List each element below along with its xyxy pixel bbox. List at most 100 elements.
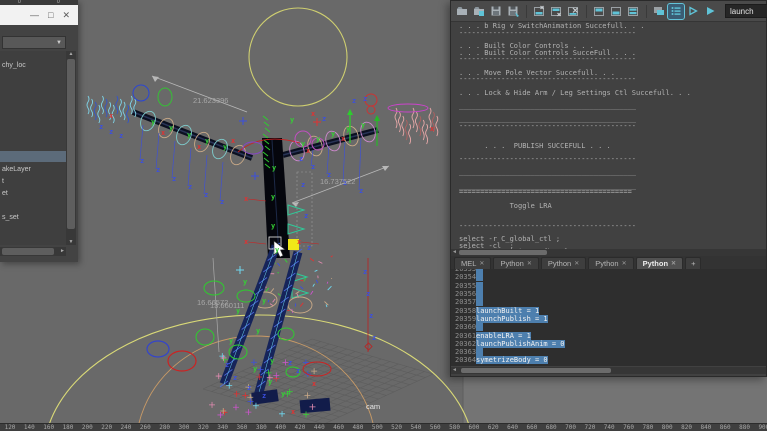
timeline-frame-label: 260: [140, 424, 151, 431]
axis-letter-z: z: [311, 163, 315, 171]
code-row[interactable]: 20359launchPublish = 1: [451, 315, 766, 323]
outliner-filter-dropdown[interactable]: ▼: [2, 36, 66, 49]
code-row[interactable]: 20363: [451, 348, 766, 356]
axis-letter-z: z: [352, 97, 356, 105]
scrollbar-thumb[interactable]: [67, 59, 75, 229]
outliner-item[interactable]: t: [0, 176, 66, 187]
command-input[interactable]: [725, 4, 767, 18]
save-script-button[interactable]: [488, 4, 504, 19]
maximize-icon[interactable]: □: [48, 11, 53, 20]
clear-history-icon: [550, 5, 562, 17]
open-script-button[interactable]: [454, 4, 470, 19]
close-tab-icon[interactable]: ✕: [479, 260, 484, 267]
history-line: ________________________________________…: [459, 169, 766, 176]
code-row[interactable]: 20361enableLRA = 1: [451, 331, 766, 339]
axis-letter-z: z: [172, 175, 176, 183]
execute-button[interactable]: [702, 4, 718, 19]
code-row[interactable]: 20357: [451, 298, 766, 306]
save-script-as-button[interactable]: [505, 4, 521, 19]
code-row[interactable]: 20360: [451, 323, 766, 331]
script-input-pane[interactable]: 203532035420355203562035720358launchBuil…: [451, 269, 766, 366]
axis-letter-z: z: [366, 290, 370, 298]
code-row[interactable]: 20358launchBuilt = 1: [451, 306, 766, 314]
axis-letter-z: z: [262, 392, 266, 400]
show-input-button[interactable]: [608, 4, 624, 19]
timeline-frame-label: 360: [237, 424, 248, 431]
scroll-right-icon[interactable]: ►: [60, 248, 65, 254]
script-tab-mel-0[interactable]: MEL✕: [454, 257, 491, 269]
code-row[interactable]: 20362launchPublishAnim = 0: [451, 340, 766, 348]
outliner-vertical-scrollbar[interactable]: ▲ ▼: [66, 51, 76, 245]
axis-letter-z: z: [247, 384, 251, 392]
script-tab-python-1[interactable]: Python✕: [493, 257, 538, 269]
execute-all-button[interactable]: [685, 4, 701, 19]
axis-letter-z: z: [372, 334, 376, 342]
show-both-button[interactable]: [625, 4, 641, 19]
script-tab-python-3[interactable]: Python ✕: [588, 257, 633, 269]
history-line: ----------------------------------------…: [459, 30, 766, 37]
timeline-frame-label: 820: [681, 424, 692, 431]
script-tab-python-4[interactable]: Python✕: [636, 257, 683, 269]
axis-letter-z: z: [322, 115, 326, 123]
line-number: 20358: [451, 307, 476, 315]
echo-commands-button[interactable]: [651, 4, 667, 19]
tab-label: Python: [595, 259, 618, 268]
axis-letter-z: z: [225, 361, 229, 369]
clear-history-button[interactable]: [548, 4, 564, 19]
scrollbar-thumb[interactable]: [459, 250, 547, 255]
line-numbers-button[interactable]: [668, 4, 684, 19]
minimize-icon[interactable]: —: [30, 11, 39, 20]
timeline-frame-label: 760: [623, 424, 634, 431]
timeline-frame-label: 340: [217, 424, 228, 431]
code-row[interactable]: 20364symetrizeBody = 0: [451, 356, 766, 364]
axis-letter-z: z: [299, 155, 303, 163]
history-line: ----------------------------------------…: [459, 223, 766, 230]
line-number: 20355: [451, 282, 476, 290]
line-number: 20364: [451, 356, 476, 364]
timeline-bar[interactable]: 1201401601802002202402602803003203403603…: [0, 423, 767, 431]
outliner-item[interactable]: chy_loc: [0, 60, 66, 71]
new-tab-button[interactable]: +: [685, 257, 701, 269]
input-horizontal-scrollbar[interactable]: ◄: [451, 367, 766, 374]
code-row[interactable]: 20355: [451, 282, 766, 290]
timeline-frame-label: 580: [449, 424, 460, 431]
outliner-item[interactable]: akeLayer: [0, 164, 66, 175]
outliner-item[interactable]: et: [0, 188, 66, 199]
line-number: 20357: [451, 298, 476, 306]
code-row[interactable]: 20354: [451, 273, 766, 281]
history-line: ========================================…: [459, 189, 766, 196]
code-line-selected: symetrizeBody = 0: [476, 356, 548, 364]
outliner-horizontal-scrollbar[interactable]: ►: [0, 247, 66, 256]
clear-input-button[interactable]: [531, 4, 547, 19]
timeline-frame-label: 240: [121, 424, 132, 431]
outliner-list[interactable]: chy_loc akeLayertet s_set: [0, 51, 66, 245]
script-history-pane[interactable]: . . . b Rig v SwitchAnimation Succefull.…: [451, 22, 766, 249]
close-tab-icon[interactable]: ✕: [527, 260, 532, 267]
show-history-button[interactable]: [591, 4, 607, 19]
script-tab-python-2[interactable]: Python✕: [541, 257, 586, 269]
close-tab-icon[interactable]: ✕: [622, 260, 627, 267]
timeline-frame-label: 780: [642, 424, 653, 431]
clear-all-button[interactable]: [565, 4, 581, 19]
history-line: ----------------------------------------…: [459, 156, 766, 163]
toolbar-separator: [522, 5, 527, 18]
load-script-button[interactable]: [471, 4, 487, 19]
scrollbar-thumb[interactable]: [2, 248, 54, 255]
scroll-up-icon[interactable]: ▲: [66, 51, 76, 57]
axis-letter-z: z: [301, 181, 305, 189]
code-line-selected: launchPublishAnim = 0: [476, 340, 565, 348]
close-icon[interactable]: ✕: [62, 11, 70, 20]
close-tab-icon[interactable]: ✕: [671, 260, 676, 267]
scrollbar-thumb[interactable]: [461, 368, 611, 373]
outliner-item-selected[interactable]: [0, 151, 66, 162]
code-line-selected: [476, 282, 483, 290]
close-tab-icon[interactable]: ✕: [574, 260, 579, 267]
axis-letter-z: z: [296, 367, 300, 375]
timeline-frame-label: 860: [720, 424, 731, 431]
outliner-item[interactable]: s_set: [0, 212, 66, 223]
code-row[interactable]: 20356: [451, 290, 766, 298]
toolbar-separator: [582, 5, 587, 18]
scroll-down-icon[interactable]: ▼: [66, 239, 76, 245]
code-line-selected: launchPublish = 1: [476, 315, 548, 323]
history-horizontal-scrollbar[interactable]: ◄: [451, 249, 766, 256]
